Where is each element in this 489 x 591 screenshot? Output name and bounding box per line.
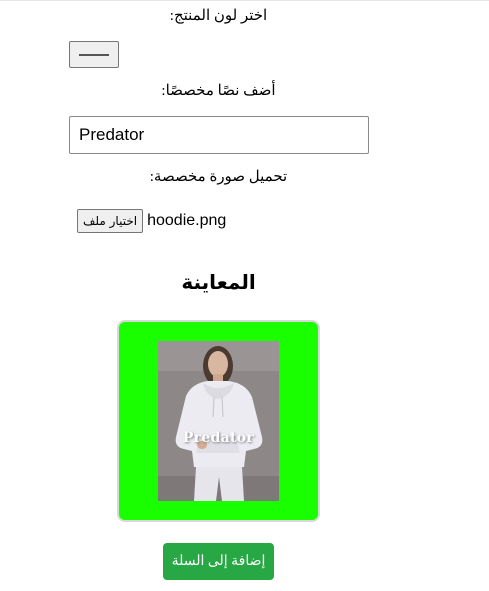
hoodie-photo-graphic [158, 341, 279, 501]
choose-file-button[interactable]: اختيار ملف [77, 209, 144, 233]
upload-image-label: تحميل صورة مخصصة: [149, 169, 288, 185]
preview-title: المعاينة [181, 272, 256, 294]
hoodie-image: Predator [158, 341, 279, 501]
custom-text-label: أضف نصًا مخصصًا: [161, 83, 276, 99]
custom-text-input[interactable] [69, 116, 369, 154]
color-picker[interactable] [69, 41, 119, 68]
color-swatch-icon [79, 54, 109, 56]
color-label: اختر لون المنتج: [169, 8, 268, 24]
file-input: اختيار ملف hoodie.png [77, 208, 226, 234]
add-to-cart-button[interactable]: إضافة إلى السلة [163, 543, 274, 580]
preview-overlay-text: Predator [182, 430, 255, 446]
top-divider [0, 0, 489, 1]
selected-file-name: hoodie.png [147, 212, 227, 229]
